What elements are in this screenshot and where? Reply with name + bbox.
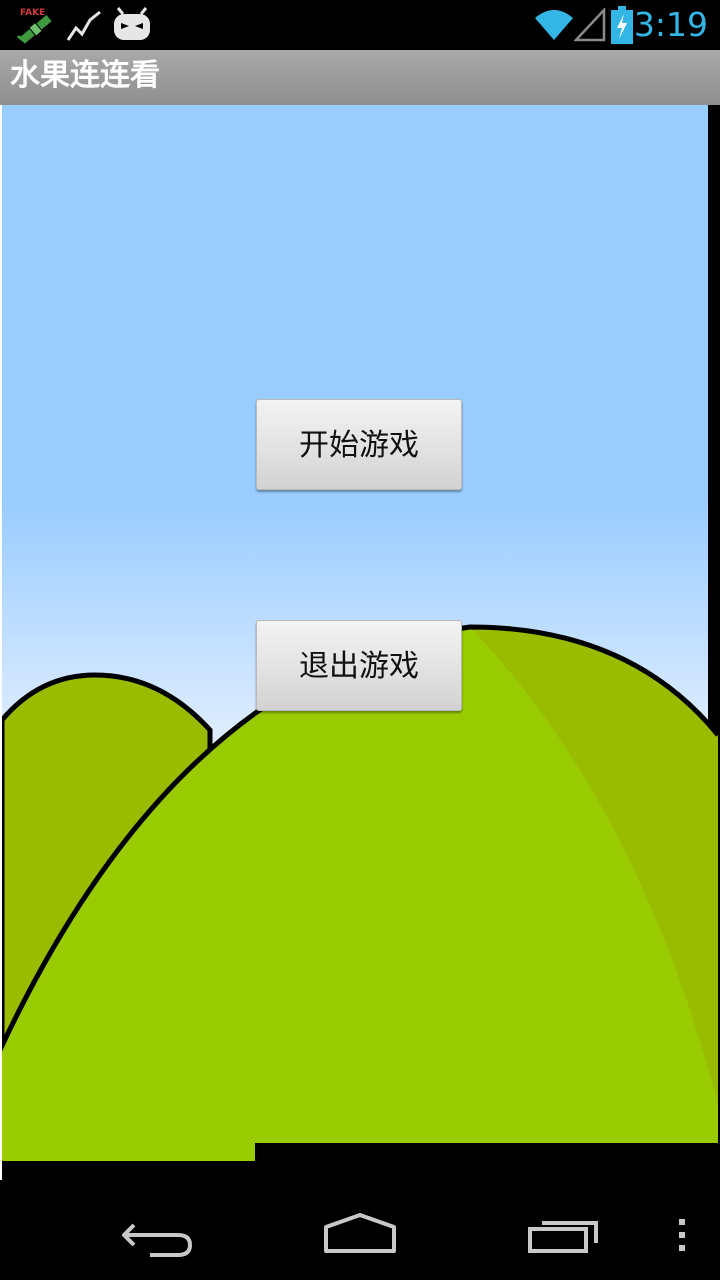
back-icon[interactable]	[120, 1213, 200, 1263]
screen: FAKE 3:19 水果连连看 开始游戏 退出游戏	[0, 0, 720, 1280]
action-bar: 水果连连看	[0, 50, 720, 105]
battery-charging-icon	[611, 6, 633, 44]
app-title: 水果连连看	[10, 58, 160, 93]
cyanogen-android-icon	[114, 7, 150, 40]
recent-apps-icon[interactable]	[524, 1211, 604, 1261]
navigation-bar	[0, 1195, 720, 1280]
game-area[interactable]: 开始游戏 退出游戏	[0, 105, 720, 1195]
fake-gps-satellite-icon: FAKE	[16, 8, 52, 44]
status-bar: FAKE 3:19	[0, 0, 720, 50]
cell-signal-icon	[574, 8, 606, 42]
fake-badge-text: FAKE	[20, 8, 45, 18]
start-game-button[interactable]: 开始游戏	[256, 399, 462, 490]
overflow-menu-icon[interactable]	[670, 1215, 694, 1255]
exit-game-button[interactable]: 退出游戏	[256, 620, 462, 711]
activity-graph-icon	[66, 10, 101, 41]
wifi-icon	[535, 10, 573, 40]
status-time: 3:19	[633, 5, 708, 44]
home-icon[interactable]	[320, 1211, 400, 1261]
